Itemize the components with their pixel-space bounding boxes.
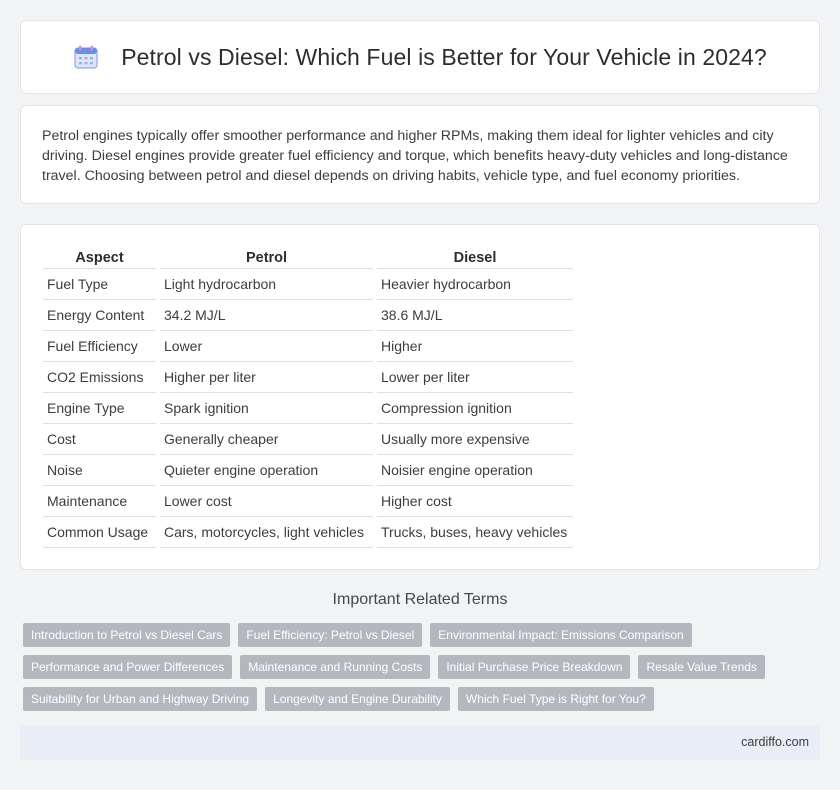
intro-card: Petrol engines typically offer smoother … [20, 105, 820, 204]
related-tag-resale-value[interactable]: Resale Value Trends [638, 655, 765, 679]
table-row: Fuel Type Light hydrocarbon Heavier hydr… [43, 269, 573, 300]
related-tag-longevity[interactable]: Longevity and Engine Durability [265, 687, 450, 711]
header-diesel: Diesel [377, 247, 573, 269]
table-row: Fuel Efficiency Lower Higher [43, 331, 573, 362]
cell-diesel: Heavier hydrocarbon [377, 269, 573, 300]
cell-aspect: Fuel Efficiency [43, 331, 156, 362]
page-title: Petrol vs Diesel: Which Fuel is Better f… [121, 43, 767, 70]
cell-diesel: 38.6 MJ/L [377, 300, 573, 331]
header-petrol: Petrol [160, 247, 373, 269]
cell-aspect: Common Usage [43, 517, 156, 548]
related-tag-fuel-efficiency[interactable]: Fuel Efficiency: Petrol vs Diesel [238, 623, 423, 647]
calendar-icon [74, 45, 98, 69]
cell-aspect: Cost [43, 424, 156, 455]
related-tag-performance[interactable]: Performance and Power Differences [23, 655, 233, 679]
cell-petrol: Lower cost [160, 486, 373, 517]
cell-aspect: Energy Content [43, 300, 156, 331]
cell-aspect: Engine Type [43, 393, 156, 424]
table-row: Energy Content 34.2 MJ/L 38.6 MJ/L [43, 300, 573, 331]
cell-diesel: Compression ignition [377, 393, 573, 424]
cell-diesel: Lower per liter [377, 362, 573, 393]
table-row: Cost Generally cheaper Usually more expe… [43, 424, 573, 455]
related-terms-title: Important Related Terms [332, 591, 508, 608]
cell-diesel: Noisier engine operation [377, 455, 573, 486]
header-aspect: Aspect [43, 247, 156, 269]
cell-petrol: Quieter engine operation [160, 455, 373, 486]
footer-site-link[interactable]: cardiffo.com [741, 735, 809, 749]
cell-petrol: Cars, motorcycles, light vehicles [160, 517, 373, 548]
footer: cardiffo.com [20, 726, 820, 760]
cell-petrol: Higher per liter [160, 362, 373, 393]
cell-petrol: Spark ignition [160, 393, 373, 424]
title-wrap: Petrol vs Diesel: Which Fuel is Better f… [73, 44, 767, 71]
table-row: Engine Type Spark ignition Compression i… [43, 393, 573, 424]
related-terms-tags: Introduction to Petrol vs Diesel Cars Fu… [23, 623, 813, 711]
related-tag-environmental-impact[interactable]: Environmental Impact: Emissions Comparis… [430, 623, 692, 647]
related-tag-urban-highway[interactable]: Suitability for Urban and Highway Drivin… [23, 687, 258, 711]
intro-paragraph: Petrol engines typically offer smoother … [42, 128, 788, 184]
related-tag-maintenance[interactable]: Maintenance and Running Costs [240, 655, 431, 679]
related-tag-introduction[interactable]: Introduction to Petrol vs Diesel Cars [23, 623, 231, 647]
table-header-row: Aspect Petrol Diesel [43, 247, 573, 269]
cell-aspect: Maintenance [43, 486, 156, 517]
cell-petrol: Generally cheaper [160, 424, 373, 455]
cell-aspect: CO2 Emissions [43, 362, 156, 393]
cell-diesel: Higher [377, 331, 573, 362]
cell-diesel: Trucks, buses, heavy vehicles [377, 517, 573, 548]
table-row: Noise Quieter engine operation Noisier e… [43, 455, 573, 486]
cell-aspect: Noise [43, 455, 156, 486]
cell-petrol: Lower [160, 331, 373, 362]
table-row: Common Usage Cars, motorcycles, light ve… [43, 517, 573, 548]
cell-diesel: Usually more expensive [377, 424, 573, 455]
header-card: Petrol vs Diesel: Which Fuel is Better f… [20, 20, 820, 94]
related-tag-right-fuel[interactable]: Which Fuel Type is Right for You? [457, 687, 654, 711]
comparison-table: Aspect Petrol Diesel Fuel Type Light hyd… [39, 247, 577, 548]
cell-aspect: Fuel Type [43, 269, 156, 300]
comparison-table-card: Aspect Petrol Diesel Fuel Type Light hyd… [20, 224, 820, 570]
table-row: CO2 Emissions Higher per liter Lower per… [43, 362, 573, 393]
related-tag-purchase-price[interactable]: Initial Purchase Price Breakdown [438, 655, 631, 679]
cell-petrol: 34.2 MJ/L [160, 300, 373, 331]
cell-diesel: Higher cost [377, 486, 573, 517]
cell-petrol: Light hydrocarbon [160, 269, 373, 300]
table-row: Maintenance Lower cost Higher cost [43, 486, 573, 517]
